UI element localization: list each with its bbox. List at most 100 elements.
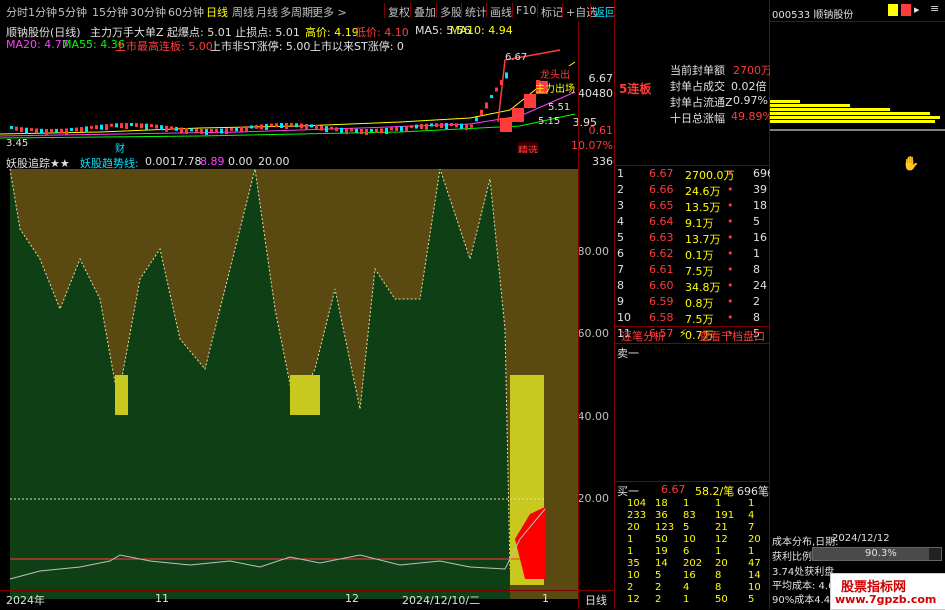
- arrow-icon[interactable]: ▸: [914, 3, 920, 16]
- bid-level-row[interactable]: 1 6.67 2700.0万 • 696: [615, 166, 774, 182]
- color-swatch-icon[interactable]: [888, 4, 898, 16]
- bid-level-row[interactable]: 8 6.60 34.8万 • 24: [615, 278, 770, 294]
- bid-level-row[interactable]: 4 6.64 9.1万 • 5: [615, 214, 770, 230]
- bid-level-row[interactable]: 10 6.58 7.5万 • 8: [615, 310, 770, 326]
- bid-level-row[interactable]: 2 6.66 24.6万 • 39: [615, 182, 770, 198]
- bid-level-row[interactable]: 5 6.63 13.7万 • 16: [615, 230, 770, 246]
- candle: [330, 126, 333, 130]
- candle: [360, 128, 363, 134]
- tab-thousand-depth[interactable]: 查看千档盘口: [699, 328, 765, 344]
- candle: [175, 126, 178, 131]
- period-tab-10[interactable]: 更多 >: [312, 4, 347, 20]
- ma20-label: MA20: 4.77: [6, 38, 69, 51]
- queue-cell: 1: [683, 594, 690, 605]
- period-tab-7[interactable]: 周线: [232, 4, 254, 20]
- toolbar-action-4[interactable]: 画线: [490, 4, 512, 20]
- toolbar-action-8[interactable]: 返回: [594, 4, 616, 20]
- queue-cell: 2: [655, 594, 662, 605]
- chip-bar: [770, 112, 930, 115]
- indicator-value: 0.00: [145, 155, 170, 168]
- candle: [50, 128, 53, 132]
- buy-queue-grid: 104 18 1 1 1 233 36 83 191 4 20 123 5 21 7 1 50 10 12 20 1 19…: [615, 498, 769, 609]
- queue-cell: 19: [655, 546, 668, 557]
- queue-cell: 1: [748, 546, 755, 557]
- toolbar-action-7[interactable]: +自选: [566, 4, 597, 20]
- candle: [210, 128, 213, 132]
- candle: [375, 128, 378, 133]
- candle: [110, 123, 113, 127]
- bid-volume: 7.5万: [685, 265, 714, 278]
- toolbar-action-0[interactable]: 复权: [388, 4, 410, 20]
- period-tab-8[interactable]: 月线: [256, 4, 278, 20]
- signal-block: [115, 375, 128, 415]
- tab-tick-analysis[interactable]: 逐笔分析: [621, 328, 665, 344]
- candle: [165, 125, 168, 132]
- toolbar-action-2[interactable]: 多股: [440, 4, 462, 20]
- queue-cell: 16: [683, 570, 696, 581]
- x-axis-label: 2024年: [6, 594, 45, 607]
- right-top-blank: [615, 0, 770, 22]
- candle: [170, 126, 173, 130]
- period-tab-2[interactable]: 5分钟: [58, 4, 87, 20]
- period-tab-9[interactable]: 多周期: [280, 4, 313, 20]
- candle: [250, 125, 253, 129]
- candle: [475, 117, 478, 122]
- buy-one-price: 6.67: [661, 483, 686, 496]
- queue-cell: 1: [627, 534, 634, 545]
- candle: [315, 124, 318, 129]
- candle: [85, 126, 88, 133]
- cursor-hand-icon: ✋: [902, 156, 920, 172]
- bid-dot: •: [727, 231, 734, 244]
- candle: [180, 127, 183, 133]
- candle: [160, 125, 163, 131]
- bid-level-row[interactable]: 6 6.62 0.1万 • 1: [615, 246, 770, 262]
- queue-cell: 191: [715, 510, 735, 521]
- period-tab-5[interactable]: 60分钟: [168, 4, 204, 20]
- period-tab-6[interactable]: 日线: [206, 4, 228, 20]
- toolbar-action-3[interactable]: 统计: [465, 4, 487, 20]
- color-swatch-icon[interactable]: [901, 4, 911, 16]
- main-y-label: 3.95: [572, 116, 598, 129]
- stat-label: 十日总涨幅: [670, 112, 725, 125]
- toolbar-action-6[interactable]: 标记: [541, 4, 563, 20]
- indicator-value: 17.78: [170, 155, 202, 168]
- queue-cell: 2: [627, 582, 634, 593]
- menu-icon[interactable]: ≡: [930, 2, 939, 15]
- bid-level-row[interactable]: 9 6.59 0.8万 • 2: [615, 294, 770, 310]
- candle: [150, 124, 153, 128]
- main-y-label: 40480: [578, 87, 613, 100]
- period-tab-4[interactable]: 30分钟: [130, 4, 166, 20]
- toolbar-action-5[interactable]: F10: [516, 4, 536, 17]
- period-tab-3[interactable]: 15分钟: [92, 4, 128, 20]
- period-tab-1[interactable]: 1分钟: [28, 4, 57, 20]
- bid-level-row[interactable]: 3 6.65 13.5万 • 18: [615, 198, 770, 214]
- bid-volume: 24.6万: [685, 185, 721, 198]
- queue-cell: 36: [655, 510, 668, 521]
- buy-one-label: 买一: [617, 485, 639, 498]
- candle: [25, 127, 28, 134]
- queue-cell: 1: [715, 498, 722, 509]
- sub-chart-area[interactable]: 妖股追踪★★ 妖股趋势线: 0.00 17.78 8.89 0.00 20.00…: [0, 153, 620, 609]
- candle: [505, 72, 508, 79]
- chip-distribution-panel[interactable]: 000533 顺钠股份 ▸ ≡ ✋ 成本分布,日期: 2024/12/12 获利…: [770, 0, 945, 610]
- candle: [200, 128, 203, 134]
- candle: [395, 126, 398, 131]
- main-chart-area[interactable]: 顺钠股份(日线) 主力万手大单Z 起爆点: 5.01 止损点: 5.01 高价:…: [0, 22, 615, 157]
- ma10-label: MA10: 4.94: [450, 24, 513, 37]
- indicator-value: 0.00: [228, 155, 253, 168]
- candle: [55, 128, 58, 133]
- candle-label: 龙头出: [540, 66, 570, 81]
- bid-level-row[interactable]: 7 6.61 7.5万 • 8: [615, 262, 770, 278]
- main-y-label: 6.67: [588, 72, 614, 85]
- candle: [320, 125, 323, 131]
- bid-dot: •: [727, 295, 734, 308]
- candle: [385, 127, 388, 134]
- candle: [205, 128, 208, 135]
- candle: [125, 123, 128, 130]
- toolbar-action-1[interactable]: 叠加: [414, 4, 436, 20]
- candle: [220, 128, 223, 134]
- period-tab-0[interactable]: 分时: [6, 4, 28, 20]
- queue-cell: 7: [748, 522, 755, 533]
- bid-price: 6.64: [649, 215, 674, 228]
- bid-level: 6: [617, 247, 624, 260]
